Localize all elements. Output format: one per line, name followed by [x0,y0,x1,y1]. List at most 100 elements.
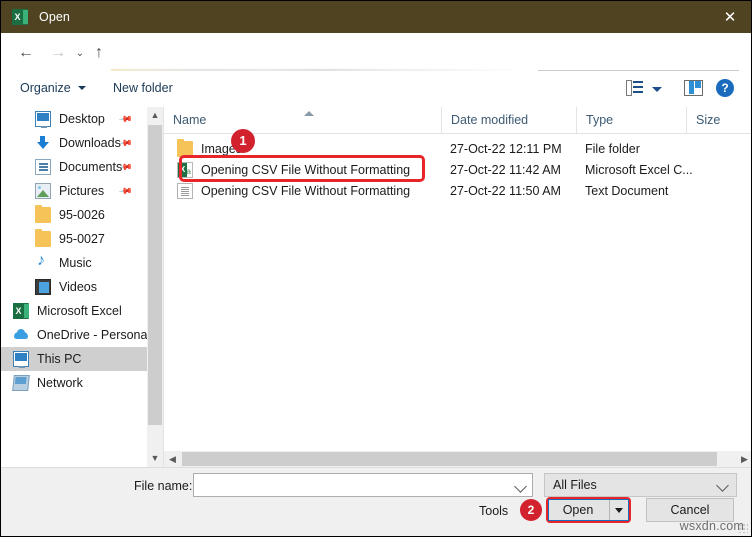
command-bar: Organize New folder ? [1,71,751,107]
file-name-label: File name: [134,479,193,493]
dialog-body: Desktop 📌 Downloads 📌 Documents 📌 Pictures 📌 95-… [1,107,751,467]
navigation-bar: ← → ⌄ ↑ Search Article 73 [1,33,751,100]
scroll-right-icon[interactable]: ▶ [736,451,751,467]
open-button[interactable]: Open [548,499,629,521]
file-name-cell: Opening CSV File Without Formatting [177,182,441,199]
scroll-left-icon[interactable]: ◀ [164,451,181,467]
chevron-down-icon [77,86,86,90]
sidebar-item-label: Microsoft Excel [37,304,122,318]
picture-icon [35,183,51,199]
excel-icon [12,9,28,25]
annotation-badge-1: 1 [231,129,255,153]
scroll-up-icon[interactable]: ▲ [147,107,163,124]
file-list-pane: Name Date modified Type Size Images 27-O… [164,107,751,467]
sidebar-item-documents[interactable]: Documents 📌 [1,155,147,179]
annotation-badge-2: 2 [520,499,542,521]
sidebar-item-label: Documents [59,160,123,174]
view-chevron-down-icon[interactable] [652,87,662,92]
back-icon[interactable]: ← [14,41,38,65]
file-name-input[interactable] [193,473,533,497]
file-name-label: Opening CSV File Without Formatting [201,162,411,177]
date-modified-cell: 27-Oct-22 11:50 AM [450,183,561,198]
view-layout-icon[interactable] [626,80,644,96]
video-icon [35,279,51,295]
file-list-horizontal-scrollbar[interactable]: ◀ ▶ [164,451,751,467]
sidebar-item-label: Desktop [59,112,105,126]
watermark: wsxdn.com [679,519,744,533]
folder-icon [35,205,51,223]
type-cell: Microsoft Excel C... [585,162,693,177]
cloud-icon [13,327,29,343]
sidebar-item-95-0027[interactable]: 95-0027 [1,227,147,251]
navigation-sidebar: Desktop 📌 Downloads 📌 Documents 📌 Pictures 📌 95-… [1,107,147,467]
close-icon[interactable]: ✕ [707,1,751,33]
open-button-label: Open [562,503,594,517]
file-type-select[interactable]: All Files [544,473,737,497]
document-icon [35,159,51,175]
open-dropdown-icon[interactable] [609,500,628,520]
sidebar-item-label: This PC [37,352,82,366]
sidebar-item-label: 95-0027 [59,232,105,246]
sidebar-item-microsoft-excel[interactable]: Microsoft Excel [1,299,147,323]
forward-icon[interactable]: → [46,41,70,65]
sidebar-item-label: Pictures [59,184,105,198]
download-icon [35,135,51,151]
column-header-size[interactable]: Size [686,107,751,133]
date-modified-cell: 27-Oct-22 12:11 PM [450,141,562,156]
text-file-icon [177,182,193,199]
network-icon [12,375,30,391]
organize-button[interactable]: Organize [20,81,86,95]
scroll-down-icon[interactable]: ▼ [147,450,163,467]
resize-grip[interactable] [738,523,748,533]
help-icon[interactable]: ? [716,79,734,97]
sidebar-item-music[interactable]: Music [1,251,147,275]
table-row[interactable]: Opening CSV File Without Formatting 27-O… [164,180,751,201]
sidebar-scrollbar[interactable]: ▲ ▼ [147,107,163,467]
sidebar-item-label: Music [59,256,92,270]
sidebar-item-95-0026[interactable]: 95-0026 [1,203,147,227]
chevron-down-icon [716,479,729,492]
sidebar-item-label: Downloads [59,136,121,150]
type-cell: Text Document [585,183,669,198]
sidebar-item-network[interactable]: Network [1,371,147,395]
date-modified-cell: 27-Oct-22 11:42 AM [450,162,561,177]
column-header-type[interactable]: Type [576,107,686,133]
table-row[interactable]: Opening CSV File Without Formatting 27-O… [164,159,751,180]
sidebar-item-videos[interactable]: Videos [1,275,147,299]
title-bar: Open ✕ [1,1,751,33]
excel-csv-icon [177,161,193,178]
chevron-down-icon[interactable] [514,480,527,493]
sidebar-item-pictures[interactable]: Pictures 📌 [1,179,147,203]
sidebar-item-this-pc[interactable]: This PC [1,347,147,371]
file-name-label: Opening CSV File Without Formatting [201,183,411,198]
tools-button[interactable]: Tools [479,504,508,518]
sidebar-item-label: 95-0026 [59,208,105,222]
column-header-date[interactable]: Date modified [441,107,576,133]
sidebar-item-onedrive-personal[interactable]: OneDrive - Personal [1,323,147,347]
column-header-name-label: Name [173,113,207,127]
organize-label: Organize [20,81,71,95]
sidebar-item-label: Videos [59,280,97,294]
file-name-cell: Images [177,138,441,157]
up-icon[interactable]: ↑ [87,41,111,65]
file-type-value: All Files [553,478,597,492]
scrollbar-thumb[interactable] [182,452,717,466]
preview-pane-icon[interactable] [684,80,703,96]
folder-icon [177,138,193,157]
sidebar-item-label: Network [37,376,83,390]
type-cell: File folder [585,141,640,156]
column-headers: Name Date modified Type Size [164,107,751,134]
dialog-footer: File name: All Files [1,467,751,536]
scrollbar-thumb[interactable] [148,125,162,425]
column-header-name[interactable]: Name [164,107,441,133]
monitor-icon [35,111,51,128]
monitor-icon [13,351,29,368]
sidebar-item-label: OneDrive - Personal [37,328,147,342]
music-icon [35,252,51,271]
new-folder-button[interactable]: New folder [113,81,173,95]
file-name-cell: Opening CSV File Without Formatting [177,161,441,178]
sidebar-item-downloads[interactable]: Downloads 📌 [1,131,147,155]
pin-icon: 📌 [118,111,134,127]
sidebar-item-desktop[interactable]: Desktop 📌 [1,107,147,131]
open-file-dialog: Open ✕ ← → ⌄ ↑ Search Article 73 Organiz… [0,0,752,537]
